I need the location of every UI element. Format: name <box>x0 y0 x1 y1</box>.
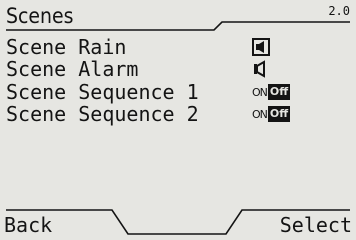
list-item-scene-rain[interactable]: Scene Rain <box>6 36 346 58</box>
speaker-icon <box>252 60 270 78</box>
toggle-on-label: ON <box>252 85 268 99</box>
toggle-off-label: Off <box>267 106 291 122</box>
on-off-toggle[interactable]: ON Off <box>252 83 291 101</box>
page-title: Scenes <box>6 4 74 28</box>
list-item-scene-sequence-2[interactable]: Scene Sequence 2 ON Off <box>6 103 346 125</box>
back-softkey[interactable]: Back <box>4 214 52 236</box>
toggle-off-label: Off <box>267 84 291 100</box>
on-off-toggle[interactable]: ON Off <box>252 105 291 123</box>
version-label: 2.0 <box>328 4 350 18</box>
scene-label: Scene Sequence 2 <box>6 102 199 126</box>
list-item-scene-sequence-1[interactable]: Scene Sequence 1 ON Off <box>6 81 346 103</box>
lcd-screen: Scenes 2.0 Scene Rain Scene Alarm Scene … <box>0 0 356 240</box>
scene-label: Scene Alarm <box>6 57 139 81</box>
select-softkey[interactable]: Select <box>280 214 352 236</box>
scene-label: Scene Rain <box>6 35 127 59</box>
speaker-box-icon <box>252 38 270 56</box>
toggle-on-label: ON <box>252 107 268 121</box>
scene-label: Scene Sequence 1 <box>6 80 199 104</box>
list-item-scene-alarm[interactable]: Scene Alarm <box>6 58 346 80</box>
